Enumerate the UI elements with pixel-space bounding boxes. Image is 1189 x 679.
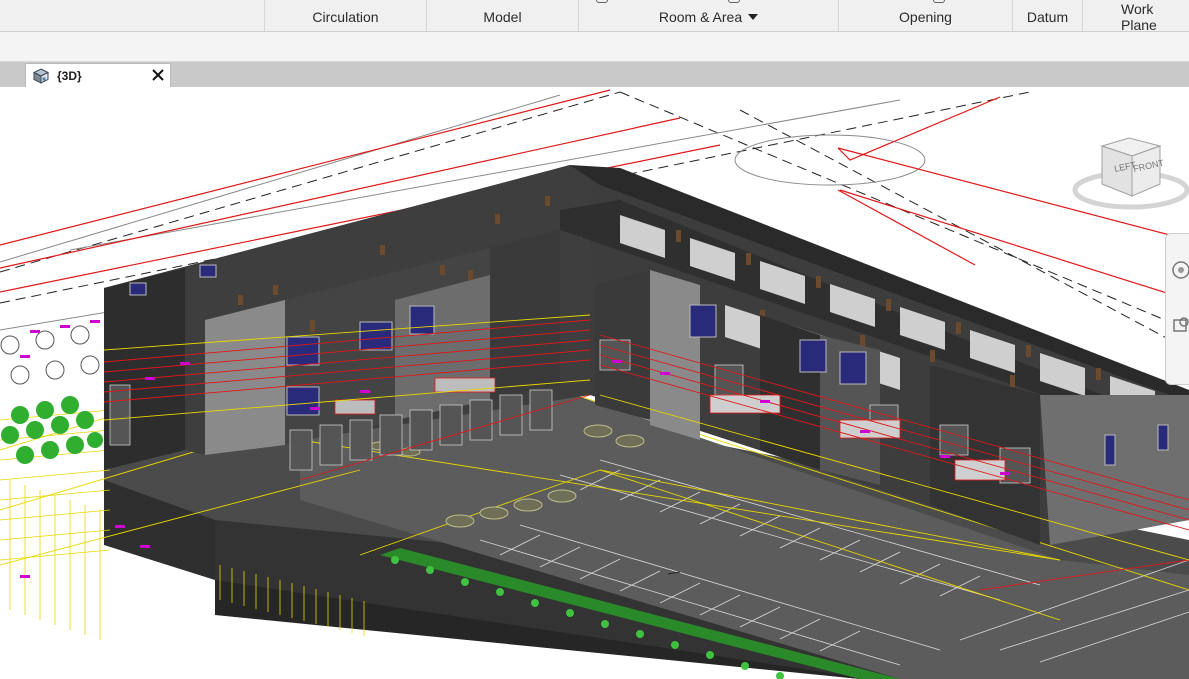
ribbon-panel-label: Opening [899,8,952,25]
viewcube[interactable]: LEFT FRONT [1072,134,1189,214]
view-tab-title: {3D} [57,68,82,83]
chevron-down-icon[interactable] [748,13,759,20]
zoom-region-icon[interactable] [1170,314,1189,336]
options-bar [0,32,1189,62]
ribbon-panel-room-area[interactable]: Room & Area [578,0,838,31]
ribbon-panel-label: Datum [1026,8,1069,25]
3d-view-icon [32,67,50,85]
ribbon-panel-opening[interactable]: Opening [838,0,1012,31]
ribbon-panel-label: Model [483,8,522,25]
view-tab-3d[interactable]: {3D} [25,63,171,87]
full-navigation-wheel-icon[interactable] [1170,259,1189,281]
close-icon[interactable] [149,66,167,84]
view-tab-bar [0,62,1189,87]
ribbon-panel-label: Circulation [312,8,379,25]
3d-model-canvas[interactable] [0,87,1189,679]
navigation-bar [1165,233,1189,385]
ribbon-panel-work-plane[interactable]: Work Plane [1082,0,1189,33]
ribbon-panel-label: Room & Area [658,8,743,25]
ribbon-panel-circulation[interactable]: Circulation [264,0,426,31]
ribbon-panel-label: Work Plane [1121,0,1157,33]
ribbon-panel-bar: Circulation Model Room & Area Opening Da… [0,0,1189,33]
3d-building-model [0,89,1189,679]
ribbon-panel-datum[interactable]: Datum [1012,0,1082,31]
ribbon-panel-model[interactable]: Model [426,0,578,31]
